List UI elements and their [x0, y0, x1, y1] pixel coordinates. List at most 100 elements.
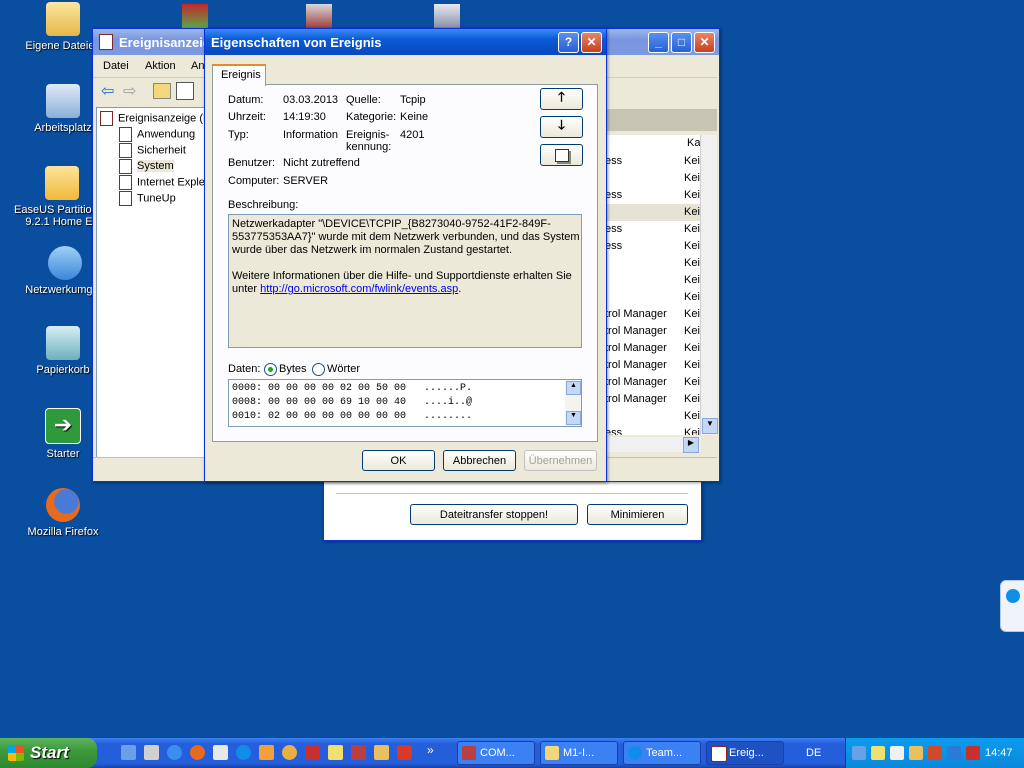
ok-button[interactable]: OK [362, 450, 435, 471]
list-vscrollbar[interactable]: ▼ [700, 135, 718, 435]
description-box[interactable]: Netzwerkadapter "\DEVICE\TCPIP_{B8273040… [228, 214, 582, 348]
volume-icon[interactable] [928, 746, 942, 760]
hex-scrollbar[interactable]: ▲ ▼ [565, 380, 581, 426]
data-hex-box[interactable]: 0000: 00 00 00 00 02 00 50 00 ......P. 0… [228, 379, 582, 427]
clock[interactable]: 14:47 [985, 747, 1013, 759]
radio-words[interactable] [312, 363, 325, 376]
taskbar-button-m1[interactable]: M1-I... [540, 741, 618, 765]
language-indicator[interactable]: DE [806, 747, 821, 759]
tray-icon[interactable] [871, 746, 885, 760]
teamviewer-side-tab[interactable] [1000, 580, 1024, 632]
folder-documents-icon [46, 2, 80, 36]
quicklaunch-icon[interactable] [397, 745, 412, 760]
quicklaunch-icon[interactable] [328, 745, 343, 760]
quicklaunch-expand-icon[interactable]: » [427, 743, 434, 757]
quicklaunch-icon[interactable] [282, 745, 297, 760]
desktop-icon-partial[interactable] [306, 4, 332, 28]
teamviewer-icon[interactable] [236, 745, 251, 760]
forward-arrow-icon[interactable]: ⇨ [123, 81, 136, 101]
ie-icon[interactable] [167, 745, 182, 760]
table-row[interactable]: ess Kei [605, 425, 701, 435]
copy-button[interactable] [540, 144, 583, 166]
dialog-titlebar[interactable]: Eigenschaften von Ereignis ? ✕ [205, 29, 606, 55]
minimize-icon[interactable]: _ [648, 31, 669, 53]
desktop-icon-partial[interactable] [182, 4, 208, 28]
typ-label: Typ: [228, 129, 249, 141]
row-category: Kei [684, 206, 700, 218]
close-icon[interactable]: ✕ [581, 31, 602, 53]
menu-ansicht[interactable]: An [191, 60, 204, 72]
tray-icon[interactable] [890, 746, 904, 760]
table-row[interactable]: trol Manager Kei [605, 357, 701, 374]
tree-item-anwendung[interactable]: Anwendung [119, 127, 195, 142]
scroll-right-icon[interactable]: ▶ [683, 437, 699, 453]
table-row[interactable]: ess Kei [605, 187, 701, 204]
table-row[interactable]: ess Kei [605, 153, 701, 170]
maximize-icon[interactable]: □ [671, 31, 692, 53]
table-row[interactable]: ess Kei [605, 221, 701, 238]
back-arrow-icon[interactable]: ⇦ [101, 81, 114, 101]
event-log-icon [119, 127, 132, 142]
table-row[interactable]: Kei [605, 204, 701, 221]
tray-icon[interactable] [909, 746, 923, 760]
table-row[interactable]: trol Manager Kei [605, 391, 701, 408]
apply-button[interactable]: Übernehmen [524, 450, 597, 471]
next-event-button[interactable]: 🡓 [540, 116, 583, 138]
help-link[interactable]: http://go.microsoft.com/fwlink/events.as… [260, 283, 458, 295]
close-icon[interactable]: ✕ [694, 31, 715, 53]
row-source: trol Manager [605, 325, 667, 337]
taskbar-button-ereignisanzeige[interactable]: Ereig... [706, 741, 784, 765]
menu-datei[interactable]: Datei [103, 60, 129, 72]
table-row[interactable]: ess Kei [605, 238, 701, 255]
kategorie-value: Keine [400, 111, 429, 123]
minimize-button[interactable]: Minimieren [587, 504, 688, 525]
table-row[interactable]: trol Manager Kei [605, 374, 701, 391]
quicklaunch-icon[interactable] [121, 745, 136, 760]
help-icon[interactable]: ? [558, 31, 579, 53]
table-row[interactable]: Kei [605, 272, 701, 289]
stop-transfer-button[interactable]: Dateitransfer stoppen! [410, 504, 578, 525]
tab-ereignis[interactable]: Ereignis [212, 64, 266, 86]
radio-bytes[interactable] [264, 363, 277, 376]
taskbar-button-teamviewer[interactable]: Team... [623, 741, 701, 765]
firefox-icon[interactable] [190, 745, 205, 760]
tree-pane: Ereignisanzeige (L Anwendung Sicherheit … [96, 107, 209, 459]
quicklaunch-icon[interactable] [259, 745, 274, 760]
tree-item-tuneup[interactable]: TuneUp [119, 191, 176, 206]
tree-item-sicherheit[interactable]: Sicherheit [119, 143, 186, 158]
taskbar-button-com[interactable]: COM... [457, 741, 535, 765]
table-row[interactable]: Kei [605, 408, 701, 425]
scroll-down-icon[interactable]: ▼ [566, 411, 581, 425]
quicklaunch-icon[interactable] [351, 745, 366, 760]
table-row[interactable]: Kei [605, 289, 701, 306]
tree-item-system[interactable]: System [119, 159, 174, 174]
cancel-button[interactable]: Abbrechen [443, 450, 516, 471]
scroll-up-icon[interactable]: ▲ [566, 381, 581, 395]
previous-event-button[interactable]: 🡑 [540, 88, 583, 110]
show-hide-tree-icon[interactable] [176, 82, 194, 100]
table-row[interactable]: trol Manager Kei [605, 340, 701, 357]
start-button[interactable]: Start [0, 738, 97, 768]
table-row[interactable]: trol Manager Kei [605, 323, 701, 340]
quicklaunch-icon[interactable] [305, 745, 320, 760]
menu-aktion[interactable]: Aktion [145, 60, 176, 72]
desktop-icon-firefox[interactable]: Mozilla Firefox [18, 488, 108, 538]
quicklaunch-icon[interactable] [213, 745, 228, 760]
list-hscrollbar[interactable]: ▶ [605, 437, 701, 453]
scroll-down-icon[interactable]: ▼ [702, 418, 718, 434]
tree-root[interactable]: Ereignisanzeige (L [100, 111, 209, 126]
table-row[interactable]: Kei [605, 170, 701, 187]
folder-icon [545, 746, 559, 760]
tray-icon[interactable] [947, 746, 961, 760]
tray-icon[interactable] [966, 746, 980, 760]
table-row[interactable]: Kei [605, 255, 701, 272]
tree-item-internet-explorer[interactable]: Internet Exple [119, 175, 205, 190]
tray-icon[interactable] [852, 746, 866, 760]
column-header-kategorie[interactable]: Ka [687, 137, 700, 149]
up-folder-icon[interactable] [153, 83, 171, 99]
table-row[interactable]: trol Manager Kei [605, 306, 701, 323]
desktop-icon-partial[interactable] [434, 4, 460, 28]
event-log-icon [119, 175, 132, 190]
quicklaunch-icon[interactable] [374, 745, 389, 760]
quicklaunch-icon[interactable] [144, 745, 159, 760]
